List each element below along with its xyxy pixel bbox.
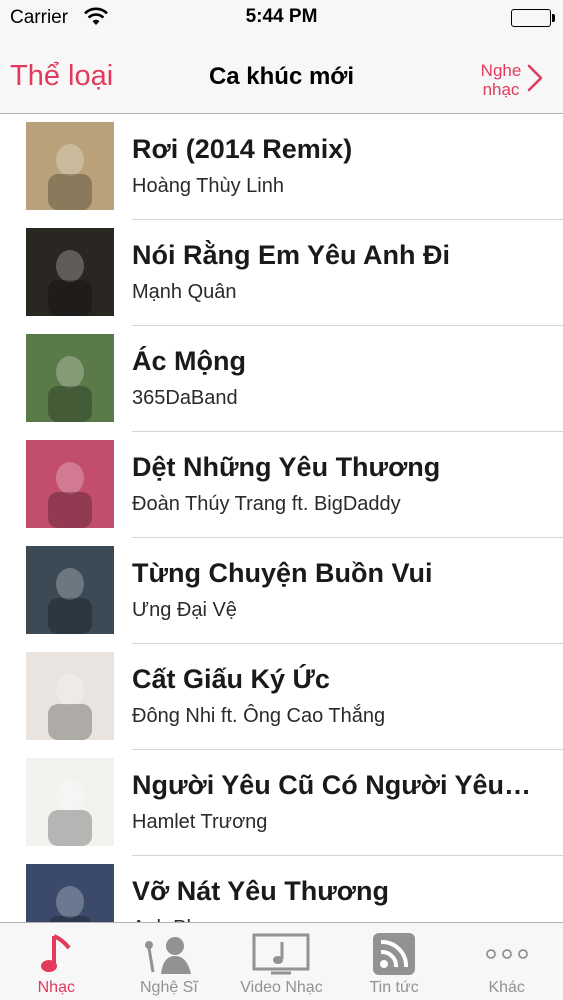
tab-label: Nghệ Sĩ — [139, 979, 198, 996]
now-playing-label: Nghe nhạc — [480, 61, 522, 99]
album-art-thumbnail — [26, 228, 114, 316]
tab-1[interactable]: Nhạc — [0, 923, 113, 1000]
tab-label: Khác — [488, 979, 525, 996]
singer-icon — [113, 931, 226, 977]
navigation-bar: Thể loại Ca khúc mới Nghe nhạc — [0, 38, 563, 114]
song-artist: Đông Nhi ft. Ông Cao Thắng — [132, 705, 386, 727]
more-icon — [450, 931, 563, 977]
tab-bar: Nhạc Nghệ Sĩ Video Nhạc Tin tức Khác — [0, 922, 563, 1000]
status-bar: Carrier 5:44 PM — [0, 0, 563, 38]
song-artist: Ưng Đại Vệ — [132, 599, 237, 621]
video-icon — [225, 931, 338, 977]
song-row[interactable]: Cất Giấu Ký Ức Đông Nhi ft. Ông Cao Thắng — [0, 644, 563, 750]
tab-label: Nhạc — [37, 979, 75, 996]
song-row[interactable]: Ác Mộng 365DaBand — [0, 326, 563, 432]
tab-5[interactable]: Khác — [450, 923, 563, 1000]
album-art-thumbnail — [26, 440, 114, 528]
album-art-thumbnail — [26, 652, 114, 740]
tab-2[interactable]: Nghệ Sĩ — [113, 923, 226, 1000]
album-art-thumbnail — [26, 546, 114, 634]
chevron-right-icon — [527, 64, 543, 97]
song-title: Người Yêu Cũ Có Người Yêu Mới — [132, 770, 532, 800]
clock: 5:44 PM — [245, 6, 318, 27]
song-row[interactable]: Rơi (2014 Remix) Hoàng Thùy Linh — [0, 114, 563, 220]
song-title: Nói Rằng Em Yêu Anh Đi — [132, 240, 451, 270]
song-title: Dệt Những Yêu Thương — [132, 452, 441, 482]
song-row[interactable]: Nói Rằng Em Yêu Anh Đi Mạnh Quân — [0, 220, 563, 326]
song-title: Từng Chuyện Buồn Vui — [132, 558, 433, 588]
song-artist: Hamlet Trương — [132, 811, 268, 833]
tab-label: Tin tức — [369, 979, 419, 996]
tab-3[interactable]: Video Nhạc — [225, 923, 338, 1000]
album-art-thumbnail — [26, 758, 114, 846]
rss-icon — [338, 931, 451, 977]
song-artist: Mạnh Quân — [132, 281, 237, 303]
album-art-thumbnail — [26, 122, 114, 210]
song-row[interactable]: Dệt Những Yêu Thương Đoàn Thúy Trang ft. … — [0, 432, 563, 538]
song-row[interactable]: Người Yêu Cũ Có Người Yêu Mới Hamlet Trươ… — [0, 750, 563, 856]
song-title: Vỡ Nát Yêu Thương — [132, 876, 389, 906]
song-row[interactable]: Vỡ Nát Yêu ThươngAnh Phong — [0, 856, 563, 922]
album-art-thumbnail — [26, 334, 114, 422]
song-title: Cất Giấu Ký Ức — [132, 664, 330, 694]
song-list[interactable]: Rơi (2014 Remix) Hoàng Thùy Linh Nói Rằng … — [0, 114, 563, 922]
song-title: Ác Mộng — [132, 346, 246, 376]
now-playing-button[interactable]: Nghe nhạc — [477, 58, 543, 102]
music-note-icon — [0, 931, 113, 977]
battery-icon — [511, 9, 555, 27]
song-title: Rơi (2014 Remix) — [132, 134, 353, 164]
song-artist: 365DaBand — [132, 387, 238, 409]
tab-4[interactable]: Tin tức — [338, 923, 451, 1000]
song-artist: Đoàn Thúy Trang ft. BigDaddy — [132, 493, 401, 515]
song-artist: Hoàng Thùy Linh — [132, 175, 284, 197]
album-art-thumbnail — [26, 864, 114, 922]
song-row[interactable]: Từng Chuyện Buồn Vui Ưng Đại Vệ — [0, 538, 563, 644]
tab-label: Video Nhạc — [240, 979, 323, 996]
